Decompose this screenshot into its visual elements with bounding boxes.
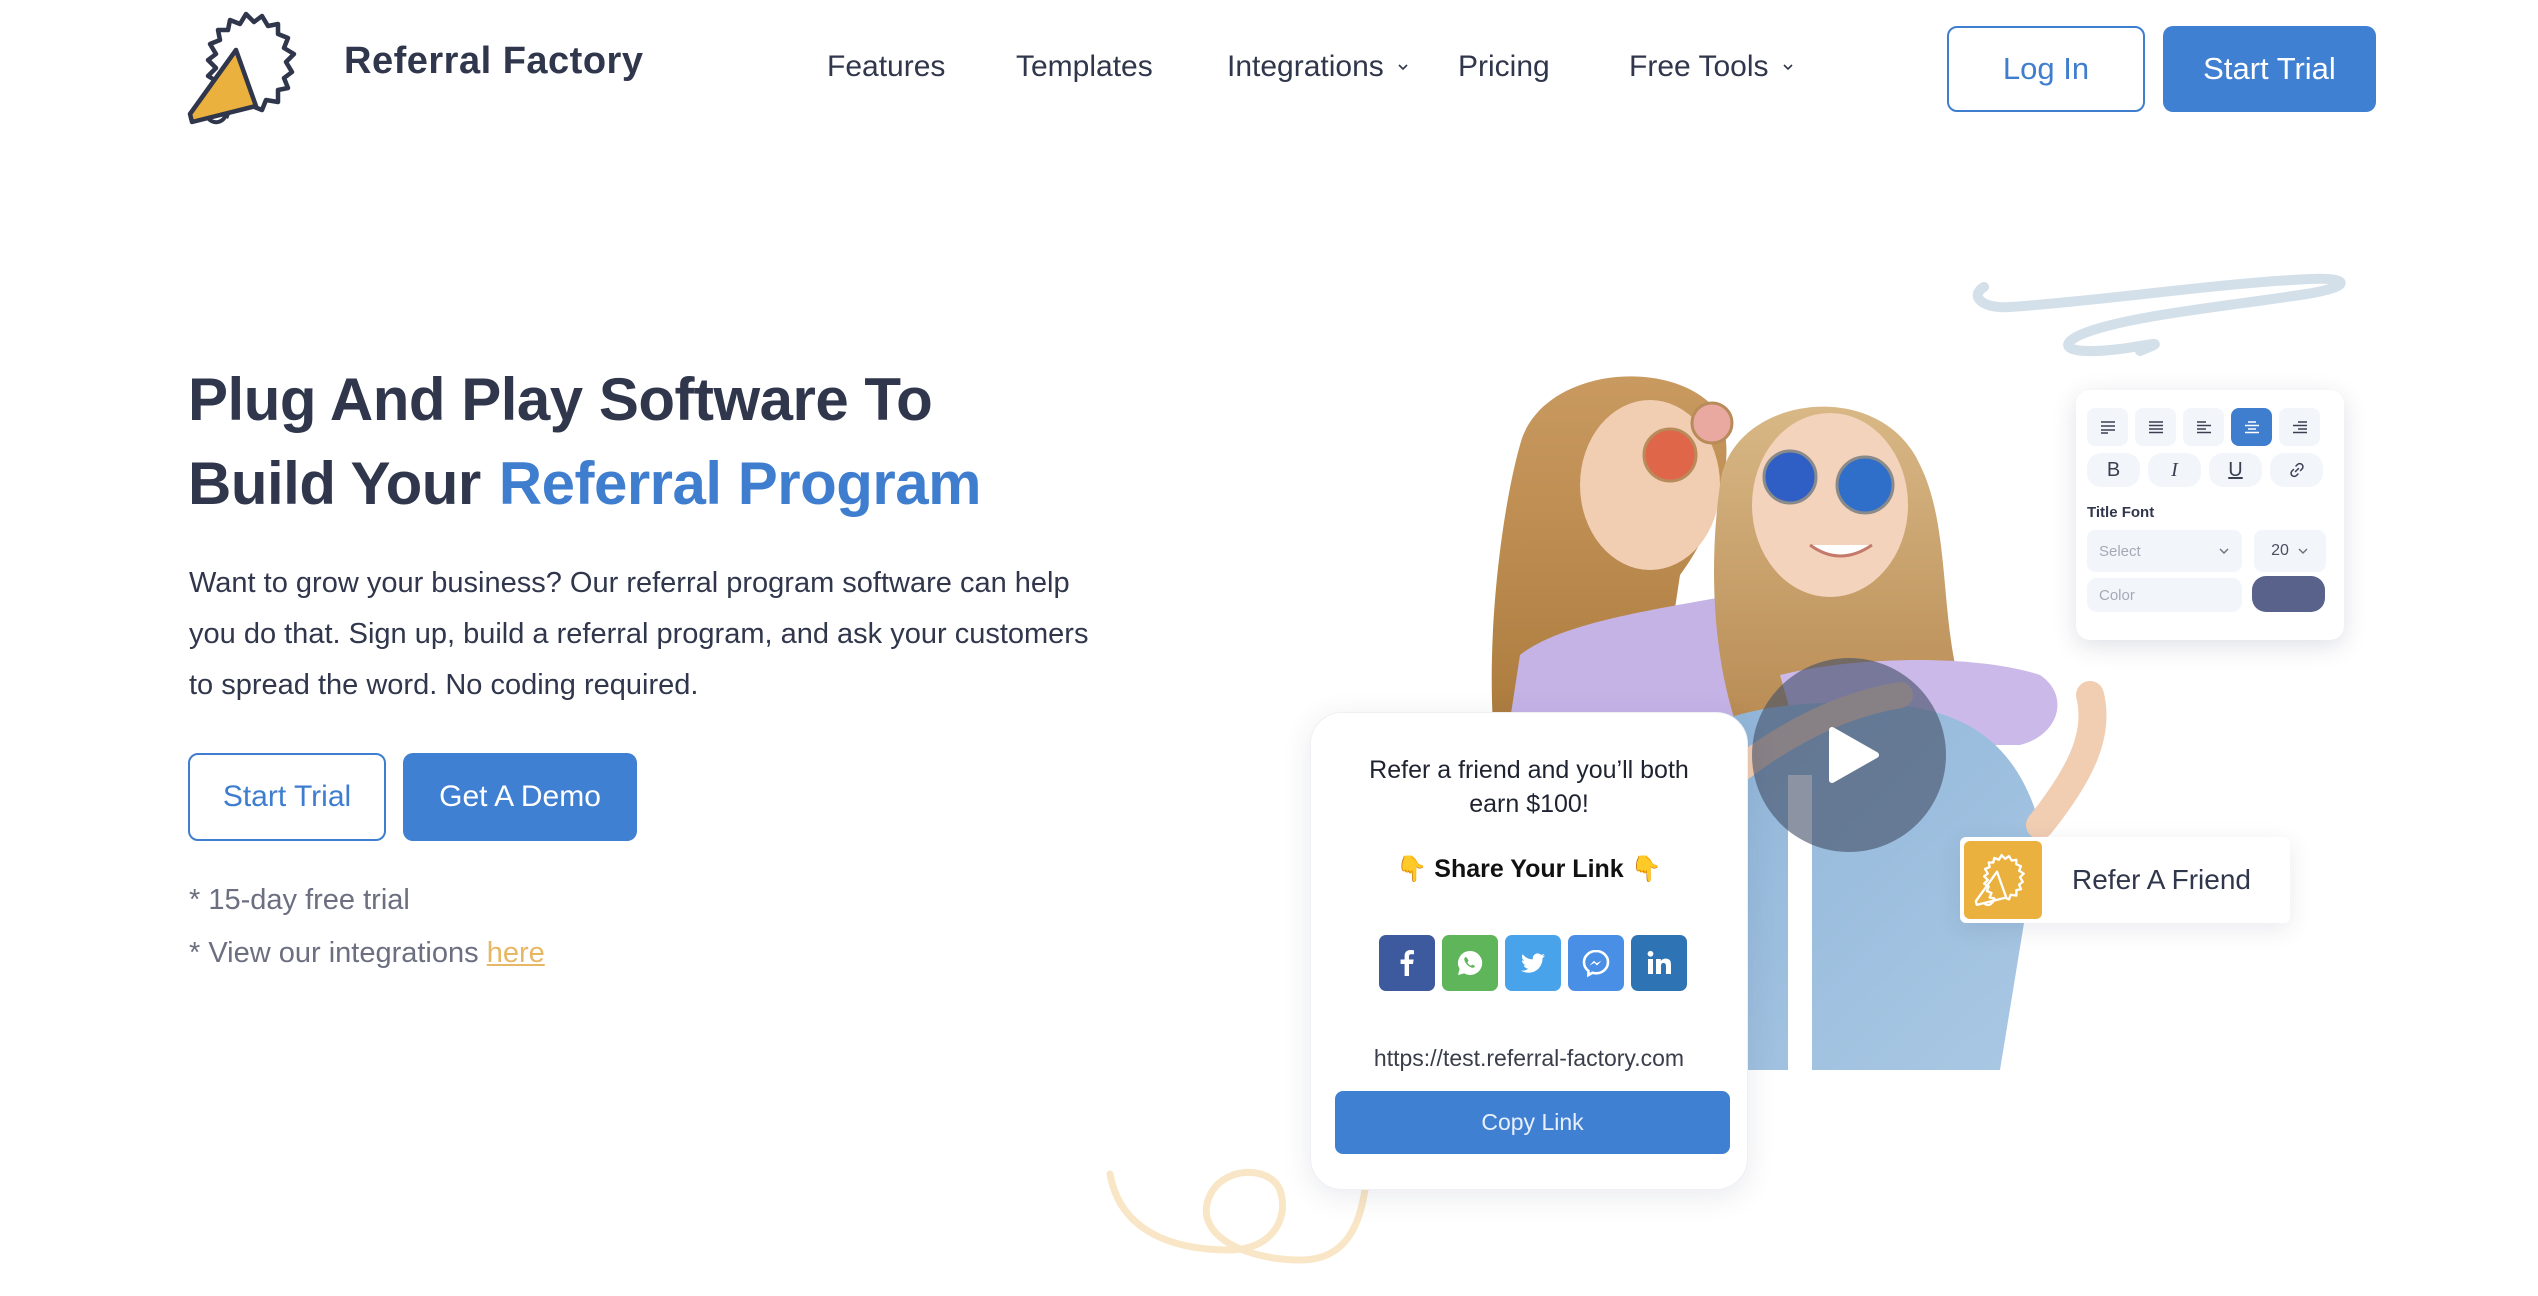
photo-right-sunglasses [1762,449,1818,505]
referral-factory-logo[interactable] [186,10,312,126]
align-full-icon [2148,421,2163,434]
messenger-icon [1582,949,1610,978]
nav-pricing-label: Pricing [1458,50,1550,83]
chevron-down-icon [2219,548,2229,554]
font-size-value: 20 [2271,542,2289,559]
photo-left-sunglasses [1642,427,1698,483]
font-size-select[interactable]: 20 [2254,530,2326,572]
underline-icon: U [2228,458,2243,481]
megaphone-icon [1974,853,2025,907]
share-whatsapp-button[interactable] [1442,935,1498,991]
widget-title: Refer a friend and you’ll both earn $100… [1369,756,1689,818]
brand-name[interactable]: Referral Factory [344,40,643,83]
align-left-button[interactable] [2183,408,2224,446]
twitter-icon [1521,953,1545,973]
integrations-note: * View our integrations here [189,937,545,970]
decorative-squiggle [1972,273,2346,356]
trial-note: * 15-day free trial [189,884,410,916]
hero-start-trial-button[interactable]: Start Trial [188,753,386,841]
italic-button[interactable]: I [2148,453,2201,487]
nav-integrations[interactable]: Integrations [1227,50,1410,84]
nav-free-tools[interactable]: Free Tools [1629,50,1795,84]
hero-title: Plug And Play Software To Build Your Refe… [188,358,981,526]
pointing-down-icon: 👇 [1630,855,1662,883]
nav-features[interactable]: Features [827,50,945,84]
referral-widget-card: Refer a friend and you’ll both earn $100… [1310,712,1748,1190]
font-select-placeholder: Select [2099,542,2141,560]
alignment-toolbar [2087,408,2320,446]
hero-title-line1: Plug And Play Software To [188,366,933,433]
play-icon [1829,727,1879,783]
share-messenger-button[interactable] [1568,935,1624,991]
share-label: Share Your Link [1434,855,1624,883]
italic-icon: I [2171,458,2178,481]
linkedin-icon [1647,950,1671,974]
pointing-down-icon: 👇 [1396,855,1428,883]
hero-title-line2: Build Your [188,450,481,517]
align-full-button[interactable] [2135,408,2176,446]
refer-a-friend-label: Refer A Friend [2072,864,2251,895]
share-linkedin-button[interactable] [1631,935,1687,991]
nav-free-tools-label: Free Tools [1629,50,1769,83]
chevron-down-icon [2298,548,2308,554]
style-editor-panel: B I U Title Font Select 20 Color [2076,390,2344,640]
color-swatch[interactable] [2252,576,2325,612]
nav-templates[interactable]: Templates [1016,50,1153,84]
color-input[interactable]: Color [2087,578,2242,612]
align-center-icon [2244,421,2259,434]
format-toolbar: B I U [2087,453,2323,487]
refer-a-friend-button[interactable]: Refer A Friend [1960,837,2290,923]
refer-icon-tile [1964,841,2042,919]
chevron-down-icon [1782,64,1793,71]
link-icon [2289,462,2304,478]
referral-url: https://test.referral-factory.com [1373,1045,1685,1071]
nav-features-label: Features [827,50,946,83]
align-center-button[interactable] [2231,408,2272,446]
chevron-down-icon [1398,64,1408,71]
nav-pricing[interactable]: Pricing [1458,50,1550,84]
logo-megaphone-icon [187,47,259,125]
nav-integrations-label: Integrations [1227,50,1384,83]
whatsapp-icon [1457,950,1483,975]
share-your-link-heading: 👇 Share Your Link 👇 [1311,855,1747,884]
underline-button[interactable]: U [2209,453,2262,487]
align-justify-icon [2100,421,2115,434]
title-font-label: Title Font [2087,504,2155,521]
align-justify-button[interactable] [2087,408,2128,446]
font-select[interactable]: Select [2087,530,2242,572]
align-left-icon [2196,421,2211,434]
share-twitter-button[interactable] [1505,935,1561,991]
social-share-buttons [1379,935,1687,991]
align-right-icon [2292,421,2307,434]
link-button[interactable] [2270,453,2323,487]
integrations-note-text: * View our integrations [189,937,487,969]
get-demo-button[interactable]: Get A Demo [403,753,637,841]
facebook-icon [1400,950,1414,976]
integrations-link[interactable]: here [487,937,545,969]
header-start-trial-button[interactable]: Start Trial [2163,26,2376,112]
bold-button[interactable]: B [2087,453,2140,487]
hero-description: Want to grow your business? Our referral… [189,567,1089,701]
share-facebook-button[interactable] [1379,935,1435,991]
copy-link-button[interactable]: Copy Link [1335,1091,1730,1154]
bold-icon: B [2106,458,2121,481]
play-video-button[interactable] [1752,658,1946,852]
login-button[interactable]: Log In [1947,26,2145,112]
hero-title-accent: Referral Program [498,450,982,517]
nav-templates-label: Templates [1016,50,1153,83]
align-right-button[interactable] [2279,408,2320,446]
